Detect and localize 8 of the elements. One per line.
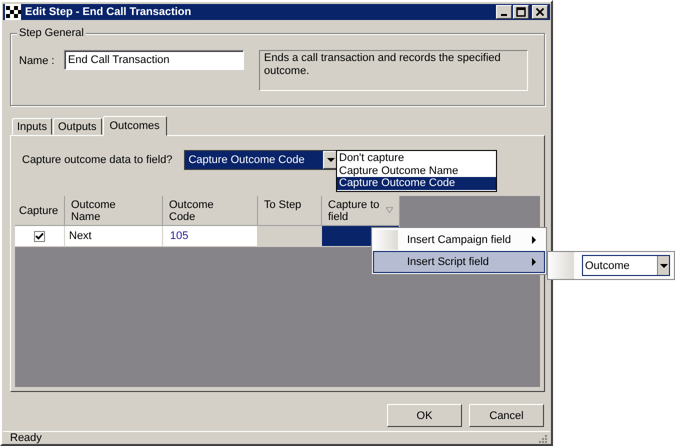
table-cell: Next [65, 226, 163, 247]
capture-label: Capture outcome data to field? [22, 154, 172, 166]
window-title: Edit Step - End Call Transaction [25, 6, 192, 18]
name-label: Name : [19, 55, 56, 67]
table-cell: 105 [163, 226, 258, 247]
group-title: Step General [17, 27, 86, 39]
status-text: Ready [10, 432, 43, 444]
description-box: Ends a call transaction and records the specified outcome. [259, 50, 528, 91]
